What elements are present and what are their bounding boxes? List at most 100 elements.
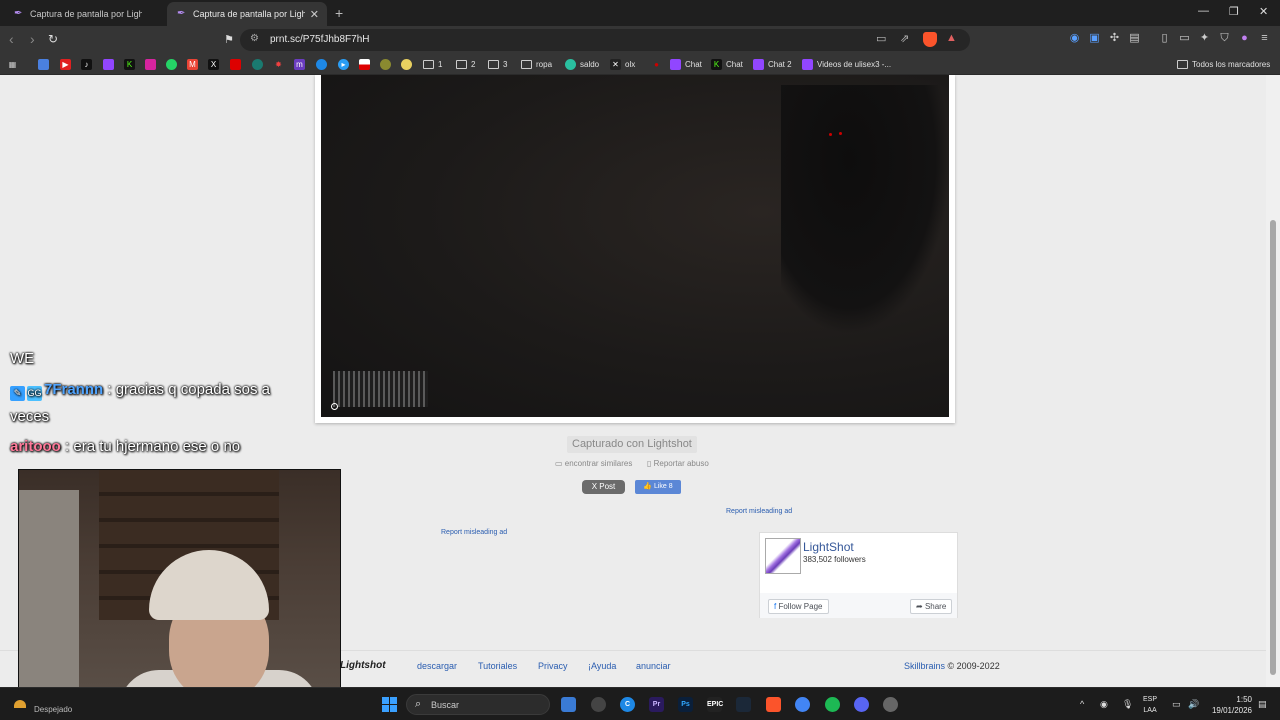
bookmark-tiktok[interactable]: ♪ [81, 57, 96, 71]
lightshot-logo[interactable] [765, 538, 801, 574]
bookmark-olx[interactable]: ✕ olx [610, 57, 635, 71]
tab-lightshot-2-active[interactable]: ✒ Captura de pantalla por Lightshot ✕ [167, 2, 327, 26]
find-similar-link[interactable]: ▭ encontrar similares [555, 459, 632, 468]
tray-discord-icon[interactable]: ◉ [1100, 699, 1108, 710]
brave-rewards-icon[interactable]: ▲ [946, 32, 957, 44]
all-bookmarks[interactable]: Todos los marcadores [1177, 57, 1270, 71]
bookmark-red[interactable] [230, 57, 245, 71]
tab-lightshot-1[interactable]: ✒ Captura de pantalla por Lightshot [4, 2, 164, 26]
desktop-app-icon[interactable] [561, 697, 576, 712]
footer-link-privacy[interactable]: Privacy [538, 661, 568, 671]
bookmark-teal[interactable] [252, 57, 267, 71]
report-ad-link[interactable]: Report misleading ad [726, 508, 792, 515]
bookmark-whatsapp[interactable] [166, 57, 181, 71]
menu-icon[interactable]: ≡ [1258, 32, 1271, 45]
bookmark-chat-twitch[interactable]: Chat [670, 57, 702, 71]
footer-link-download[interactable]: descargar [417, 661, 457, 671]
photoshop-icon[interactable]: Ps [678, 697, 693, 712]
scrollbar-thumb[interactable] [1270, 220, 1276, 675]
extensions-icon[interactable]: ✣ [1108, 32, 1121, 45]
weather-icon[interactable] [14, 700, 26, 708]
bookmark-m[interactable]: m [294, 57, 309, 71]
fb-page-name[interactable]: LightShot [803, 540, 854, 554]
share-button[interactable]: ➦ Share [910, 599, 953, 614]
cast-icon[interactable]: ▭ [876, 32, 886, 45]
obs-icon[interactable] [591, 697, 606, 712]
network-icon[interactable]: ▭ [1172, 699, 1181, 710]
taskbar-search[interactable]: ⌕ Buscar [406, 694, 550, 715]
bookmark-icon[interactable]: ⚑ [224, 33, 234, 46]
site-settings-icon[interactable]: ⚙ [250, 33, 259, 44]
close-tab-icon[interactable]: ✕ [310, 8, 319, 21]
reading-list-icon[interactable]: ▤ [1128, 32, 1141, 45]
steam-icon[interactable] [736, 697, 751, 712]
new-tab-button[interactable]: + [335, 5, 343, 21]
input-language[interactable]: ESP LAA [1143, 694, 1157, 716]
vpn-icon[interactable]: ⛉ [1218, 32, 1231, 45]
bookmark-flag[interactable] [359, 57, 374, 71]
bookmark-instagram[interactable] [145, 57, 160, 71]
x-post-button[interactable]: X Post [582, 480, 625, 494]
start-button[interactable] [382, 697, 397, 712]
apps-grid-icon[interactable]: ▦ [7, 57, 22, 71]
bookmark-yellow[interactable] [401, 57, 416, 71]
brave-icon[interactable] [766, 697, 781, 712]
microphone-icon[interactable]: 🎙 [1122, 699, 1133, 710]
footer-link-tutorials[interactable]: Tutoriales [478, 661, 517, 671]
bookmark-youtube[interactable]: ▶ [60, 57, 75, 71]
report-ad-link[interactable]: Report misleading ad [441, 529, 507, 536]
translate-extension-icon[interactable]: ◉ [1068, 32, 1081, 45]
report-abuse-link[interactable]: ▯ Reportar abuso [647, 459, 709, 468]
bookmark-edge[interactable] [316, 57, 331, 71]
bookmark-folder-ropa[interactable]: ropa [521, 57, 552, 71]
captured-with-lightshot[interactable]: Capturado con Lightshot [567, 436, 697, 453]
brave-shields-icon[interactable] [923, 32, 937, 47]
bookmark-red-2[interactable]: ● [651, 57, 666, 71]
forward-icon[interactable]: › [30, 31, 35, 47]
epic-games-icon[interactable]: EPIC [707, 697, 723, 712]
follow-page-button[interactable]: f Follow Page [768, 599, 829, 614]
wallet-icon[interactable]: ▭ [1178, 32, 1191, 45]
address-bar[interactable]: ⚙ prnt.sc/P75fJhb8F7hH ▭ ⇗ ▲ [240, 29, 970, 51]
bookmark-saldo[interactable]: saldo [565, 57, 599, 71]
bookmark-kick[interactable]: K [124, 57, 139, 71]
discord-icon[interactable] [854, 697, 869, 712]
bookmark-gmail[interactable]: M [187, 57, 202, 71]
bookmark-olive[interactable] [380, 57, 395, 71]
system-clock[interactable]: 1:50 19/01/2026 [1208, 694, 1252, 716]
restore-icon[interactable]: ❐ [1229, 5, 1239, 18]
bookmark-videos-ulisex3[interactable]: Videos de ulisex3 -... [802, 57, 891, 71]
bookmark-twitch[interactable] [103, 57, 118, 71]
bookmark-folder-3[interactable]: 3 [488, 57, 507, 71]
weather-text[interactable]: Despejado [34, 705, 72, 714]
screenshot-image[interactable] [321, 75, 949, 417]
page-scrollbar[interactable] [1266, 75, 1280, 687]
sidebar-icon[interactable]: ▯ [1158, 32, 1171, 45]
profile-icon[interactable]: ● [1238, 32, 1251, 45]
premiere-icon[interactable]: Pr [649, 697, 664, 712]
bookmark-translate[interactable] [38, 57, 53, 71]
footer-logo[interactable]: Lightshot [340, 660, 386, 671]
settings-gear-icon[interactable] [883, 697, 898, 712]
bookmark-folder-1[interactable]: 1 [423, 57, 442, 71]
volume-icon[interactable]: 🔊 [1188, 699, 1199, 710]
bookmark-chat-kick[interactable]: K Chat [711, 57, 743, 71]
back-icon[interactable]: ‹ [9, 31, 14, 47]
ccleaner-icon[interactable]: C [620, 697, 635, 712]
bookmark-star[interactable]: ✸ [273, 57, 288, 71]
google-translate-icon[interactable]: ▣ [1088, 32, 1101, 45]
share-icon[interactable]: ⇗ [900, 32, 909, 45]
spotify-icon[interactable] [825, 697, 840, 712]
reload-icon[interactable]: ↻ [48, 32, 58, 46]
tray-chevron-icon[interactable]: ^ [1080, 699, 1084, 709]
bookmark-chat-2[interactable]: Chat 2 [753, 57, 792, 71]
bookmark-folder-2[interactable]: 2 [456, 57, 475, 71]
footer-link-advertise[interactable]: anunciar [636, 661, 671, 671]
close-window-icon[interactable]: ✕ [1259, 5, 1268, 18]
chrome-icon[interactable] [795, 697, 810, 712]
bookmark-play[interactable]: ▸ [338, 57, 353, 71]
fb-like-button[interactable]: 👍 Like 8 [635, 480, 681, 494]
bookmark-x[interactable]: X [208, 57, 223, 71]
minimize-icon[interactable]: — [1198, 5, 1209, 17]
leo-ai-icon[interactable]: ✦ [1198, 32, 1211, 45]
